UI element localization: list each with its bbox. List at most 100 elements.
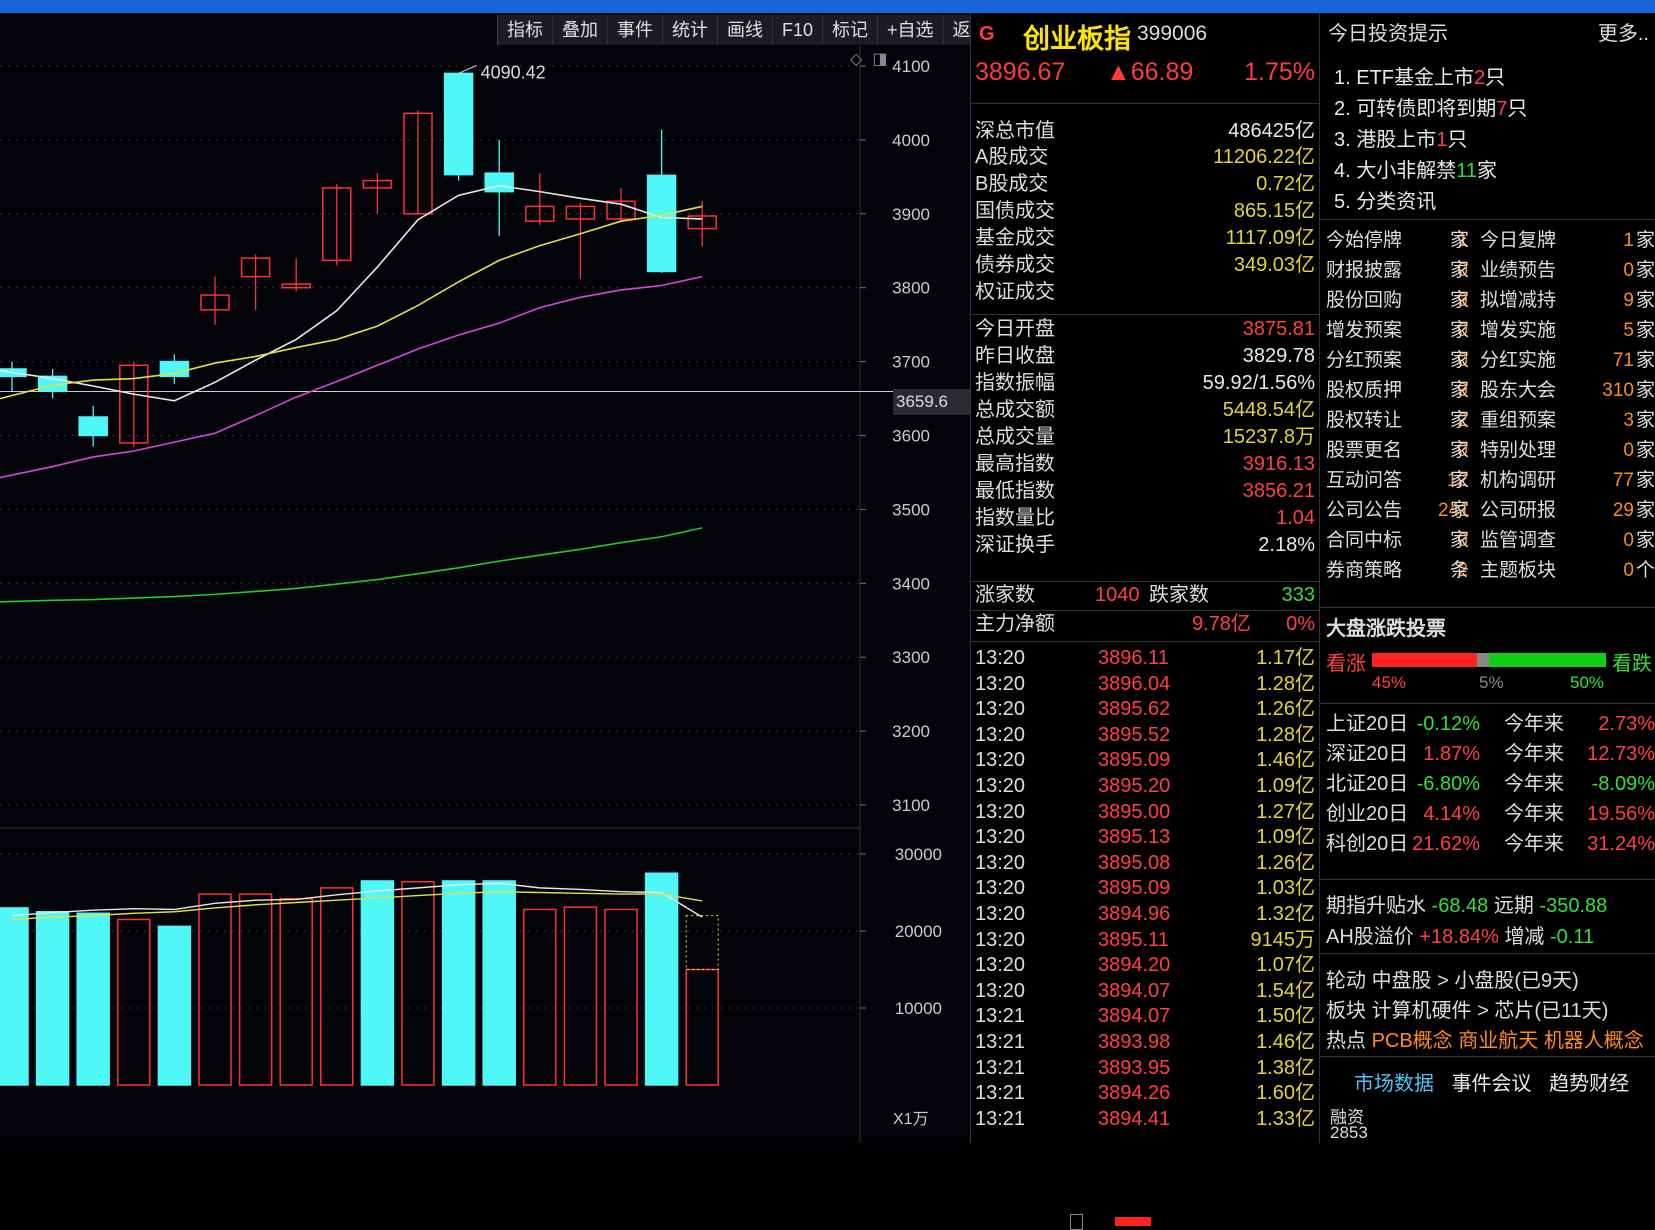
vote-neutral-pct: 5% — [1479, 673, 1504, 692]
stat-item[interactable]: 公司公告 241 家 — [1326, 496, 1470, 526]
summary-row: 国债成交 865.15亿 — [975, 197, 1315, 225]
hot-item[interactable]: 商业航天 — [1458, 1030, 1538, 1052]
stat-count: 0 — [1623, 530, 1634, 551]
toolbar-add-watch-button[interactable]: +自选 — [878, 15, 944, 45]
tips-more-link[interactable]: 更多.. — [1598, 17, 1649, 46]
stat-label: 公司公告 — [1326, 500, 1403, 521]
tick-time: 13:20 — [975, 723, 1026, 746]
toolbar-stats-button[interactable]: 统计 — [663, 15, 718, 45]
futures-near: -68.48 — [1431, 895, 1489, 917]
volume-bar — [320, 887, 354, 1086]
stat-item[interactable]: 机构调研 77 家 — [1480, 466, 1655, 496]
stat-item[interactable]: 分红预案 0 家 — [1326, 346, 1469, 376]
investment-tips-panel: 今日投资提示 更多.. 1. ETF基金上市2只 2. 可转债即将到期7只 3. 港… — [1320, 13, 1655, 1143]
stat-label: 股东大会 — [1480, 380, 1557, 401]
panel-toggle-icon[interactable]: ◨ — [872, 51, 887, 68]
tick-time: 13:20 — [975, 647, 1026, 669]
tip-item[interactable]: 4. 大小非解禁11家 — [1334, 154, 1497, 183]
tick-row: 13:20 3895.20 1.09亿 — [975, 773, 1315, 800]
stat-item[interactable]: 分红实施 71 家 — [1480, 346, 1655, 376]
stat-item[interactable]: 监管调查 0 家 — [1480, 526, 1655, 556]
vote-bar-neutral — [1477, 653, 1489, 667]
toolbar-draw-button[interactable]: 画线 — [718, 15, 773, 45]
tab-trend-finance[interactable]: 趋势财经 — [1549, 1073, 1629, 1095]
tip-unit: 只 — [1485, 67, 1506, 89]
toolbar-mark-button[interactable]: 标记 — [823, 15, 879, 45]
toolbar-f10-button[interactable]: F10 — [773, 15, 824, 45]
ah-value: +18.84% — [1419, 926, 1499, 948]
tick-amount: 1.32亿 — [1256, 903, 1315, 925]
stat-item[interactable]: 增发预案 0 家 — [1326, 316, 1469, 346]
stat-item[interactable]: 股权质押 9 家 — [1326, 376, 1469, 406]
stat-unit: 家 — [1636, 320, 1655, 341]
perf-label: 科创20日 — [1326, 833, 1409, 855]
tick-price: 3895.11 — [1098, 928, 1169, 951]
stat-item[interactable]: 今日复牌 1 家 — [1480, 226, 1655, 256]
stat-item[interactable]: 股票更名 0 家 — [1326, 436, 1469, 466]
toolbar-event-button[interactable]: 事件 — [608, 15, 663, 45]
summary-label: 指数振幅 — [975, 372, 1055, 394]
stat-item[interactable]: 今始停牌 1 家 — [1326, 226, 1469, 256]
tip-item[interactable]: 2. 可转债即将到期7只 — [1334, 92, 1527, 121]
kline-chart[interactable]: 4100 4000 3900 3800 3700 3600 3500 3400 3300 3200… — [0, 13, 970, 1143]
stat-label: 拟增减持 — [1480, 290, 1557, 311]
tip-item[interactable]: 3. 港股上市1只 — [1334, 123, 1467, 152]
stat-unit: 家 — [1450, 320, 1470, 341]
summary-row: 昨日收盘 3829.78 — [975, 342, 1315, 370]
stat-label: 监管调查 — [1480, 530, 1557, 551]
summary-label: 总成交量 — [975, 426, 1055, 448]
hot-item[interactable]: PCB概念 — [1372, 1030, 1453, 1052]
tab-events[interactable]: 事件会议 — [1452, 1073, 1532, 1095]
stat-unit: 家 — [1636, 410, 1655, 431]
stat-item[interactable]: 互动问答 12 家 — [1326, 466, 1469, 496]
vote-bull-label[interactable]: 看涨 — [1326, 647, 1366, 676]
stat-item[interactable]: 公司研报 29 家 — [1480, 496, 1655, 526]
tick-time: 13:20 — [975, 954, 1026, 977]
tip-item[interactable]: 1. ETF基金上市2只 — [1334, 61, 1505, 90]
stat-label: 分红预案 — [1326, 350, 1403, 371]
stat-item[interactable]: 财报披露 0 家 — [1326, 256, 1469, 286]
tip-item[interactable]: 5. 分类资讯 — [1334, 185, 1436, 214]
tab-market-data[interactable]: 市场数据 — [1354, 1073, 1434, 1095]
summary-value: 59.92/1.56% — [1202, 372, 1315, 394]
tick-price: 3895.20 — [1098, 775, 1171, 797]
performance-row: 北证20日 -6.80% 今年来 -8.09% — [1326, 769, 1655, 799]
stat-unit: 家 — [1636, 260, 1655, 281]
document-icon[interactable] — [1070, 1214, 1083, 1230]
stat-count: 1 — [1623, 230, 1634, 251]
g-mark: G — [979, 23, 995, 45]
stat-item[interactable]: 特别处理 0 家 — [1480, 436, 1655, 466]
tick-amount: 1.38亿 — [1256, 1056, 1315, 1079]
tick-price: 3896.11 — [1098, 647, 1169, 669]
stat-item[interactable]: 券商策略 2 条 — [1326, 556, 1469, 586]
kline-chart-panel[interactable]: 4100 4000 3900 3800 3700 3600 3500 3400 3300 3200… — [0, 13, 970, 1143]
tick-amount: 1.28亿 — [1256, 672, 1315, 695]
tick-amount: 1.46亿 — [1256, 749, 1315, 772]
tick-time: 13:21 — [975, 1082, 1026, 1105]
volume-unit-label: X1万 — [893, 1111, 929, 1128]
stat-item[interactable]: 增发实施 5 家 — [1480, 316, 1655, 346]
hot-item[interactable]: 机器人概念 — [1544, 1030, 1644, 1052]
price-axis-label: 3600 — [892, 427, 930, 446]
bottom-tabs: 市场数据 事件会议 趋势财经 — [1354, 1067, 1641, 1096]
stat-item[interactable]: 合同中标 0 家 — [1326, 526, 1469, 556]
toolbar-overlay-button[interactable]: 叠加 — [553, 15, 608, 45]
rotation-row[interactable]: 轮动 中盘股 > 小盘股(已9天) — [1326, 964, 1579, 993]
stat-item[interactable]: 主题板块 0 个 — [1480, 556, 1655, 586]
sector-row[interactable]: 板块 计算机硬件 > 芯片(已11天) — [1326, 994, 1608, 1023]
stat-item[interactable]: 股东大会 310 家 — [1480, 376, 1655, 406]
stat-item[interactable]: 业绩预告 0 家 — [1480, 256, 1655, 286]
stat-item[interactable]: 拟增减持 9 家 — [1480, 286, 1655, 316]
futures-label: 期指升贴水 — [1326, 895, 1426, 917]
stat-item[interactable]: 股权转让 2 家 — [1326, 406, 1469, 436]
stat-item[interactable]: 重组预案 3 家 — [1480, 406, 1655, 436]
toolbar-indicator-button[interactable]: 指标 — [498, 15, 553, 45]
stat-item[interactable]: 股份回购 9 家 — [1326, 286, 1469, 316]
diamond-icon[interactable]: ◇ — [850, 51, 862, 68]
summary-value: 3829.78 — [1242, 345, 1315, 367]
stat-unit: 个 — [1636, 560, 1655, 581]
vote-bear-label[interactable]: 看跌 — [1612, 647, 1652, 676]
price-axis-label: 3700 — [892, 353, 930, 372]
stat-label: 增发实施 — [1480, 320, 1557, 341]
volume-bar — [157, 925, 192, 1086]
